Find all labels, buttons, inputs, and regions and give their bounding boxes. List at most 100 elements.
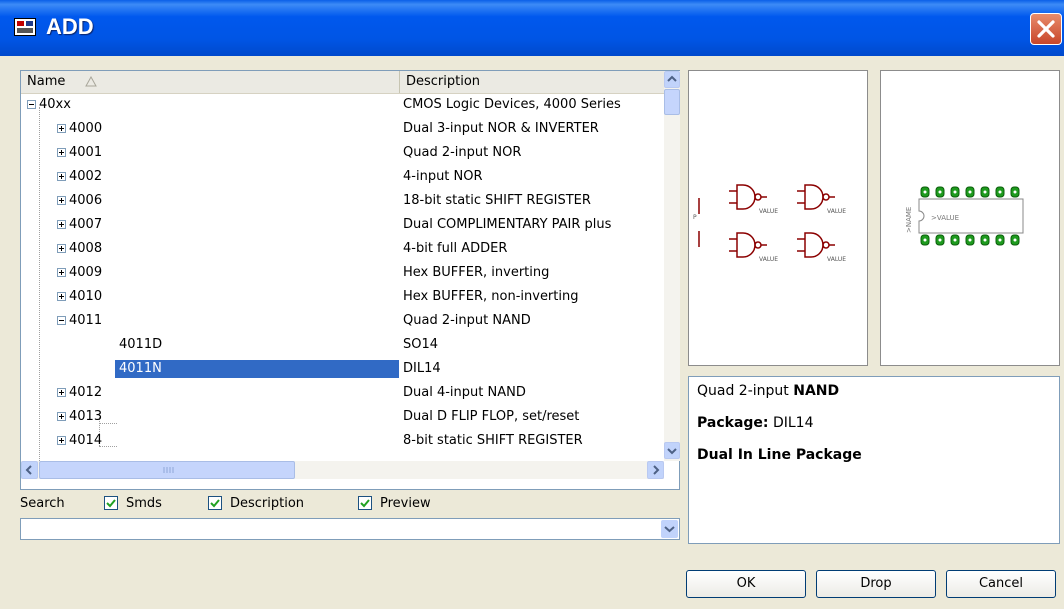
- row-name: 4001: [69, 145, 103, 160]
- smds-checkbox[interactable]: [104, 496, 118, 510]
- expand-icon[interactable]: [57, 244, 66, 253]
- gate-value-label: VALUE: [759, 208, 778, 215]
- preview-label[interactable]: Preview: [380, 496, 431, 511]
- scroll-left-button[interactable]: [21, 461, 38, 479]
- drop-button[interactable]: Drop: [816, 570, 936, 598]
- scroll-up-button[interactable]: [664, 71, 680, 88]
- package-line: Package: DIL14: [697, 415, 1051, 431]
- device-description-bold: NAND: [793, 383, 840, 399]
- row-name: 4010: [69, 289, 103, 304]
- row-name: 40xx: [39, 97, 71, 112]
- add-dialog: ADD Name Description 40xx CMOS Logic Dev…: [0, 0, 1064, 609]
- cancel-button[interactable]: Cancel: [946, 570, 1056, 598]
- checkmark-icon: [106, 499, 116, 508]
- horizontal-scroll-thumb[interactable]: [39, 461, 295, 479]
- vertical-scrollbar[interactable]: [664, 71, 680, 461]
- row-description: 4-input NOR: [403, 169, 483, 184]
- chevron-up-icon: [667, 75, 677, 82]
- tree-row-4009[interactable]: 4009 Hex BUFFER, inverting: [21, 261, 664, 285]
- tree-row-4011d[interactable]: 4011D SO14: [21, 333, 664, 357]
- row-name: 4012: [69, 385, 103, 400]
- tree-row-4000[interactable]: 4000 Dual 3-input NOR & INVERTER: [21, 117, 664, 141]
- row-description: Dual 3-input NOR & INVERTER: [403, 121, 599, 136]
- row-description: Quad 2-input NAND: [403, 313, 531, 328]
- tree-row-4011n-selected[interactable]: 4011N DIL14: [21, 357, 664, 381]
- row-description: Dual COMPLIMENTARY PAIR plus: [403, 217, 612, 232]
- tree-row-4013[interactable]: 4013 Dual D FLIP FLOP, set/reset: [21, 405, 664, 429]
- name-column-label: Name: [27, 74, 66, 89]
- row-description: SO14: [403, 337, 439, 352]
- search-options: Search Smds Description Preview: [20, 494, 680, 514]
- search-dropdown-button[interactable]: [661, 520, 678, 538]
- search-input[interactable]: [20, 518, 680, 540]
- expand-icon[interactable]: [57, 268, 66, 277]
- expand-icon[interactable]: [57, 436, 66, 445]
- tree-row-4002[interactable]: 4002 4-input NOR: [21, 165, 664, 189]
- collapse-icon[interactable]: [27, 100, 36, 109]
- checkmark-icon: [210, 499, 220, 508]
- library-tree[interactable]: Name Description 40xx CMOS Logic Devices…: [20, 70, 680, 490]
- package-value-label: >VALUE: [931, 214, 959, 222]
- expand-icon[interactable]: [57, 148, 66, 157]
- collapse-icon[interactable]: [57, 316, 66, 325]
- row-description: 8-bit static SHIFT REGISTER: [403, 433, 583, 448]
- ok-button[interactable]: OK: [686, 570, 806, 598]
- tree-row-4001[interactable]: 4001 Quad 2-input NOR: [21, 141, 664, 165]
- vertical-scroll-thumb[interactable]: [664, 89, 680, 115]
- scroll-down-button[interactable]: [664, 442, 680, 459]
- chevron-left-icon: [25, 465, 32, 475]
- grip-icon: [163, 467, 174, 473]
- tree-row-40xx[interactable]: 40xx CMOS Logic Devices, 4000 Series: [21, 93, 664, 117]
- expand-icon[interactable]: [57, 196, 66, 205]
- row-name: 4007: [69, 217, 103, 232]
- expand-icon[interactable]: [57, 292, 66, 301]
- name-column-header[interactable]: Name: [21, 71, 399, 93]
- close-icon: [1037, 20, 1055, 38]
- package-name-label: >NAME: [905, 207, 913, 233]
- gate-value-label: VALUE: [759, 256, 778, 263]
- row-name: 4000: [69, 121, 103, 136]
- tree-row-4014[interactable]: 4014 8-bit static SHIFT REGISTER: [21, 429, 664, 453]
- scroll-right-button[interactable]: [647, 461, 664, 479]
- app-icon: [14, 18, 36, 37]
- package-value: DIL14: [768, 415, 814, 431]
- device-description-text: Quad 2-input: [697, 383, 794, 399]
- tree-row-4007[interactable]: 4007 Dual COMPLIMENTARY PAIR plus: [21, 213, 664, 237]
- symbol-preview: P VALUE VALUE VALUE VALUE: [688, 70, 868, 366]
- row-description: 4-bit full ADDER: [403, 241, 508, 256]
- row-name: 4011D: [119, 337, 163, 352]
- tree-row-4008[interactable]: 4008 4-bit full ADDER: [21, 237, 664, 261]
- row-name: 4014: [69, 433, 103, 448]
- horizontal-scrollbar[interactable]: [21, 461, 664, 479]
- description-column-header[interactable]: Description: [399, 71, 666, 93]
- row-name: 4006: [69, 193, 103, 208]
- row-description: Hex BUFFER, inverting: [403, 265, 550, 280]
- row-description: CMOS Logic Devices, 4000 Series: [403, 97, 621, 112]
- pin-label: P: [693, 214, 697, 221]
- tree-row-4006[interactable]: 4006 18-bit static SHIFT REGISTER: [21, 189, 664, 213]
- title-bar[interactable]: ADD: [0, 0, 1064, 56]
- chevron-down-icon: [664, 526, 675, 533]
- row-description: 18-bit static SHIFT REGISTER: [403, 193, 591, 208]
- expand-icon[interactable]: [57, 220, 66, 229]
- smds-label[interactable]: Smds: [126, 496, 162, 511]
- expand-icon[interactable]: [57, 388, 66, 397]
- tree-row-4010[interactable]: 4010 Hex BUFFER, non-inverting: [21, 285, 664, 309]
- gate-value-label: VALUE: [827, 208, 846, 215]
- row-name: 4011N: [115, 360, 399, 378]
- row-name: 4013: [69, 409, 103, 424]
- expand-icon[interactable]: [57, 172, 66, 181]
- tree-row-4012[interactable]: 4012 Dual 4-input NAND: [21, 381, 664, 405]
- description-checkbox[interactable]: [208, 496, 222, 510]
- close-button[interactable]: [1030, 13, 1062, 45]
- expand-icon[interactable]: [57, 124, 66, 133]
- row-description: Dual 4-input NAND: [403, 385, 526, 400]
- preview-checkbox[interactable]: [358, 496, 372, 510]
- description-column-label: Description: [406, 74, 481, 89]
- tree-row-4011[interactable]: 4011 Quad 2-input NAND: [21, 309, 664, 333]
- description-label[interactable]: Description: [230, 496, 304, 511]
- search-label: Search: [20, 496, 65, 511]
- expand-icon[interactable]: [57, 412, 66, 421]
- package-preview: >VALUE >NAME: [880, 70, 1060, 366]
- package-label: Package:: [697, 415, 769, 431]
